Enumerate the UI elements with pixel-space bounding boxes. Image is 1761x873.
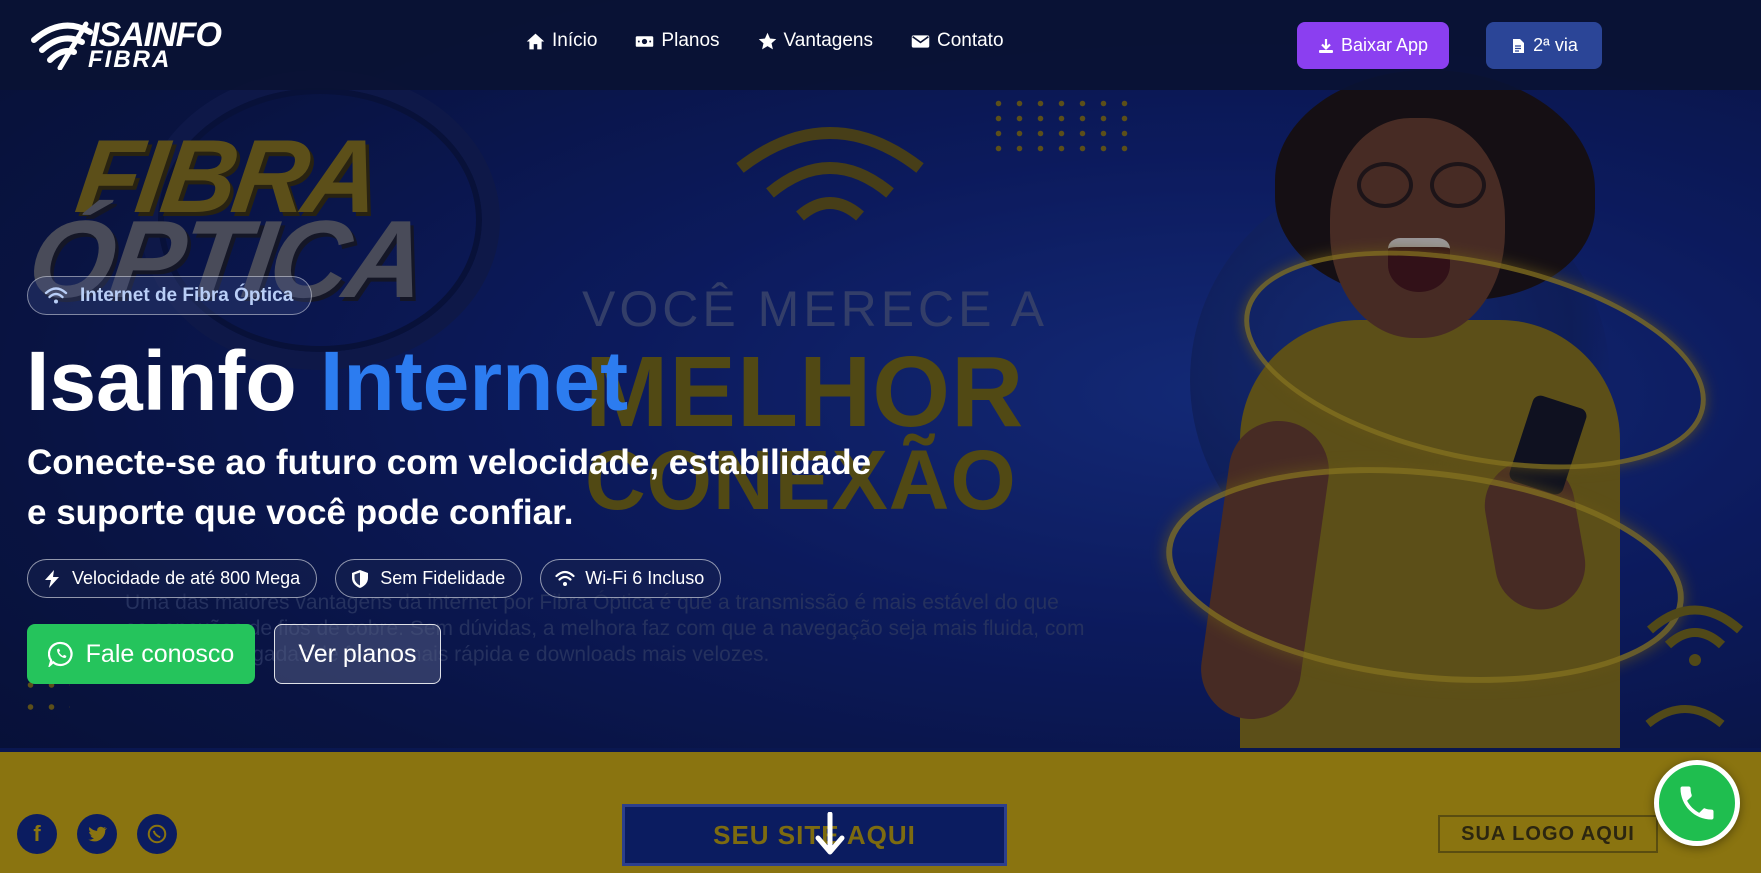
floating-whatsapp-button[interactable]	[1654, 760, 1740, 846]
feature-label: Sem Fidelidade	[380, 568, 506, 588]
feature-no-contract: Sem Fidelidade	[335, 559, 523, 598]
document-icon	[1513, 38, 1525, 53]
banner-whatsapp-icon	[137, 814, 177, 854]
title-main: Isainfo	[26, 334, 297, 428]
shield-icon	[352, 569, 369, 588]
feature-list: Velocidade de até 800 Mega Sem Fidelidad…	[27, 559, 722, 598]
home-icon	[526, 33, 545, 49]
download-app-label: Baixar App	[1340, 35, 1429, 55]
contact-button-label: Fale conosco	[85, 639, 235, 668]
money-icon	[636, 35, 654, 47]
nav-links: Início Planos Vantagens Contato	[525, 30, 1041, 52]
banner-facebook-icon: f	[17, 814, 57, 854]
view-plans-button[interactable]: Ver planos	[274, 624, 441, 684]
view-plans-label: Ver planos	[298, 639, 417, 668]
page-title: Isainfo Internet	[26, 333, 628, 430]
second-copy-button[interactable]: 2ª via	[1486, 22, 1602, 69]
phone-icon	[1680, 786, 1714, 820]
star-icon	[758, 32, 776, 49]
bolt-icon	[45, 569, 59, 588]
nav-item-inicio[interactable]: Início	[525, 30, 597, 52]
nav-item-contato[interactable]: Contato	[910, 30, 1004, 52]
feature-wifi6: Wi-Fi 6 Incluso	[540, 559, 722, 598]
hero-subtitle: Conecte-se ao futuro com velocidade, est…	[27, 443, 872, 532]
nav-item-label: Início	[552, 30, 598, 51]
download-app-button[interactable]: Baixar App	[1297, 22, 1449, 69]
banner-twitter-icon	[77, 814, 117, 854]
nav-item-planos[interactable]: Planos	[634, 30, 720, 52]
second-copy-label: 2ª via	[1533, 35, 1578, 55]
feature-speed: Velocidade de até 800 Mega	[27, 559, 318, 598]
feature-label: Wi-Fi 6 Incluso	[585, 568, 705, 588]
nav-item-label: Contato	[936, 30, 1004, 51]
banner-logo-box: SUA LOGO AQUI	[1438, 815, 1658, 853]
logo-wifi-icon	[31, 21, 93, 70]
scroll-down-icon[interactable]	[814, 812, 846, 856]
whatsapp-icon	[47, 641, 73, 667]
fiber-badge: Internet de Fibra Óptica	[27, 276, 313, 315]
wifi-icon	[44, 286, 68, 303]
title-accent: Internet	[320, 334, 629, 428]
hero-background: FIBRA ÓPTICA VOCÊ MERECE A MELHOR CONEXÃ…	[0, 0, 1761, 873]
download-icon	[1318, 38, 1333, 53]
hero-overlay	[0, 0, 1761, 873]
nav-item-vantagens[interactable]: Vantagens	[757, 30, 873, 52]
wifi-icon	[555, 570, 575, 586]
logo-text-bottom: FIBRA	[88, 46, 172, 73]
feature-label: Velocidade de até 800 Mega	[72, 568, 301, 588]
envelope-icon	[911, 34, 930, 48]
brand-logo[interactable]: ISAINFO FIBRA	[28, 16, 238, 73]
fiber-badge-label: Internet de Fibra Óptica	[80, 284, 294, 306]
nav-item-label: Vantagens	[783, 30, 873, 51]
nav-item-label: Planos	[661, 30, 720, 51]
navbar: ISAINFO FIBRA Início Planos Vantagens Co…	[0, 0, 1761, 90]
contact-whatsapp-button[interactable]: Fale conosco	[27, 624, 255, 684]
